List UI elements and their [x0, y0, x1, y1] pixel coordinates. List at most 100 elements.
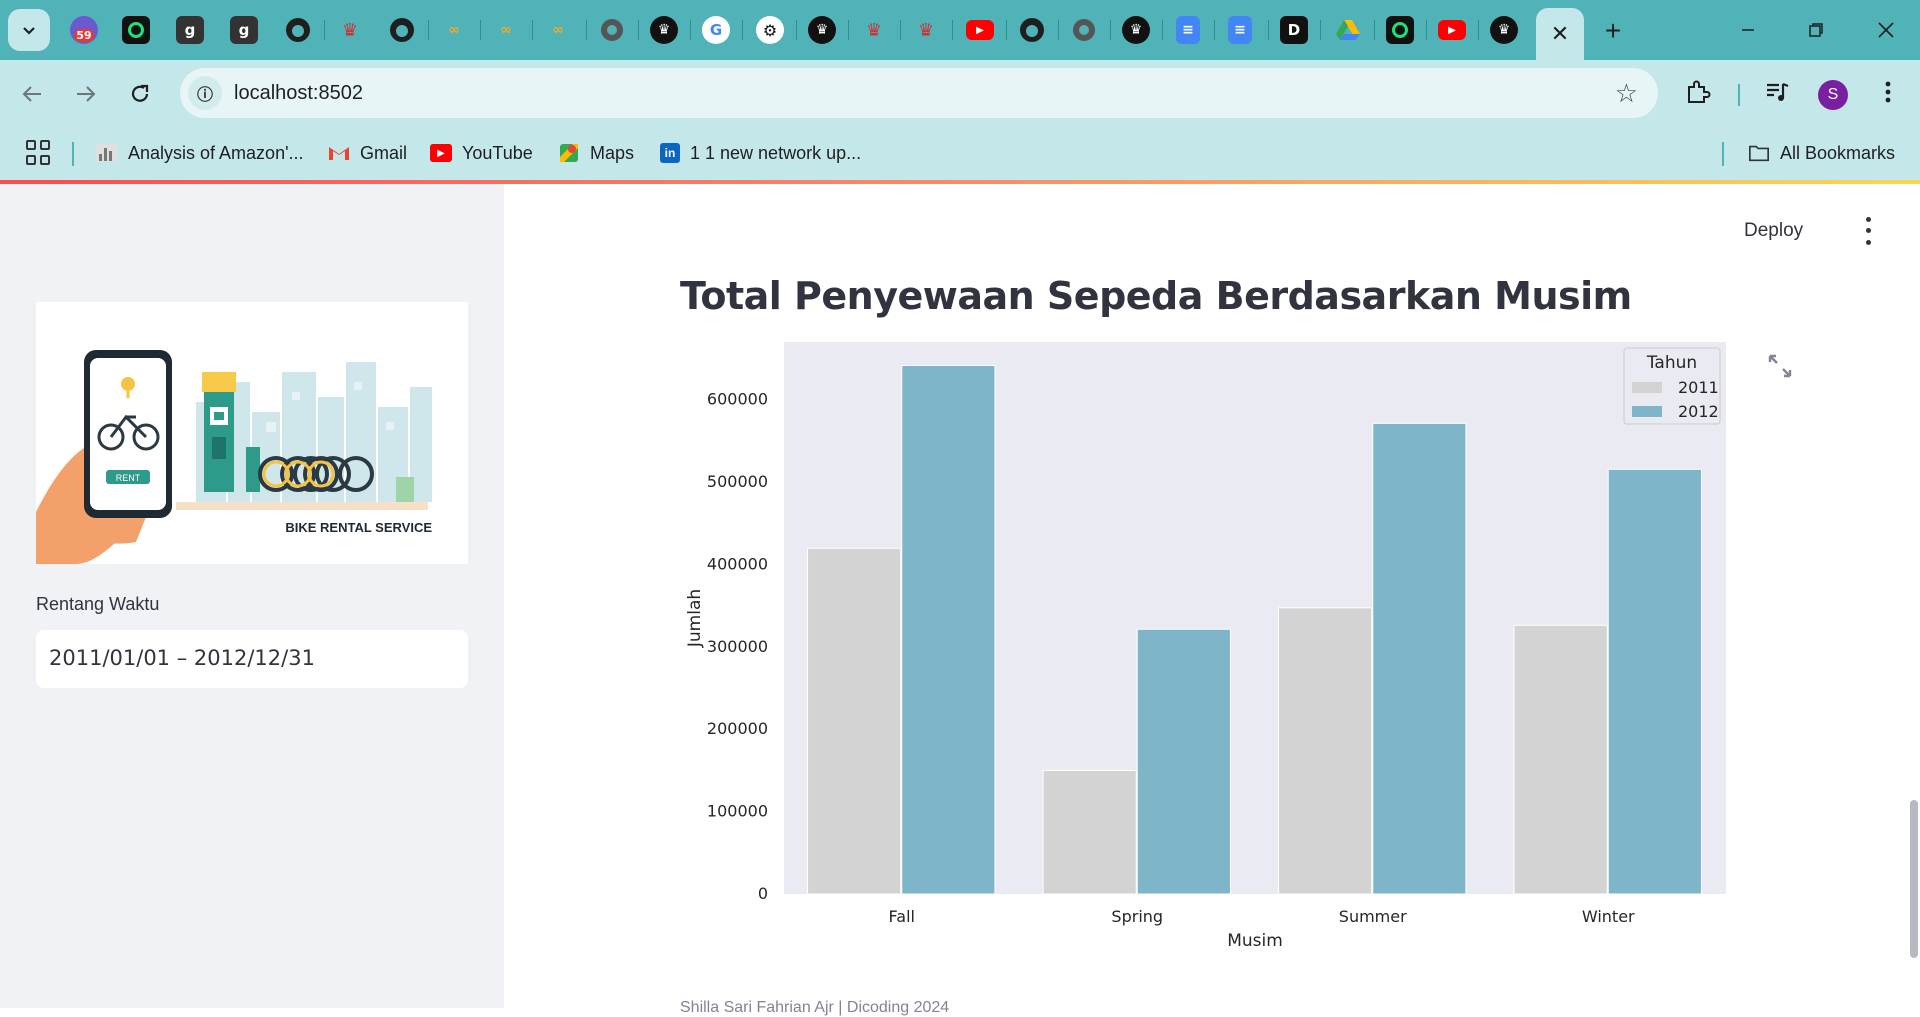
- bookmark-item[interactable]: ▶ YouTube: [430, 138, 533, 168]
- site-info-icon[interactable]: ⓘ: [188, 76, 222, 110]
- hero-rent-label: RENT: [116, 473, 141, 483]
- tab-badge-count: 59: [74, 28, 94, 42]
- tab-favicon-github-icon[interactable]: [1018, 16, 1046, 44]
- tab-favicon-youtube-icon[interactable]: ▶: [1438, 20, 1466, 40]
- tab-separator: [848, 20, 849, 40]
- tab-favicon-drive-icon[interactable]: [1334, 16, 1362, 44]
- x-tick-label: Spring: [1111, 907, 1163, 926]
- tab-separator: [900, 20, 901, 40]
- tab-favicon-infinity-icon[interactable]: ∞: [440, 16, 468, 44]
- restore-button[interactable]: [1796, 12, 1836, 48]
- tab-favicon-g-icon[interactable]: g: [230, 16, 258, 44]
- tab-favicon-docs-icon[interactable]: ≡: [1228, 16, 1252, 44]
- close-window-button[interactable]: [1866, 12, 1906, 48]
- all-bookmarks-button[interactable]: All Bookmarks: [1748, 138, 1895, 168]
- bike-rental-hero-image: RENT BIKE RENTAL SERVICE: [36, 302, 468, 564]
- tab-favicon-youtube-icon[interactable]: ▶: [966, 20, 994, 40]
- tab-separator: [1320, 20, 1321, 40]
- fullscreen-expand-icon[interactable]: [1766, 352, 1794, 380]
- extensions-icon[interactable]: [1680, 74, 1716, 110]
- back-button[interactable]: [14, 76, 50, 112]
- tab-favicon-crown-icon[interactable]: ♛: [912, 16, 940, 44]
- bookmark-label: Gmail: [360, 142, 408, 163]
- chevron-down-icon: [23, 27, 35, 35]
- bar-winter-2011: [1513, 624, 1608, 895]
- tab-favicon-crown-icon[interactable]: ♛: [860, 16, 888, 44]
- tab-favicon-crown-icon[interactable]: ♛: [336, 16, 364, 44]
- y-tick-label: 600000: [707, 390, 768, 409]
- apps-grid-icon[interactable]: [26, 140, 52, 166]
- tab-favicon-chrome-icon[interactable]: [598, 16, 626, 44]
- active-tab[interactable]: ✕: [1536, 8, 1584, 60]
- deploy-button[interactable]: Deploy: [1744, 220, 1803, 242]
- bookmarks-bar: Analysis of Amazon'... Gmail ▶ YouTube M…: [0, 126, 1920, 180]
- sidebar: RENT BIKE RENTAL SERVICE Rentang Waktu 2…: [0, 184, 504, 1008]
- bar-summer-2012: [1372, 422, 1467, 895]
- x-tick-label: Summer: [1339, 907, 1407, 926]
- tab-favicon-crown-icon[interactable]: ♛: [808, 16, 836, 44]
- arrow-right-icon: [77, 86, 96, 102]
- forward-button[interactable]: [68, 76, 104, 112]
- bookmark-item[interactable]: Maps: [558, 138, 634, 168]
- legend-label-2011: 2011: [1678, 378, 1719, 397]
- x-tick-label: Fall: [889, 907, 915, 926]
- tab-separator: [690, 20, 691, 40]
- tab-separator: [1478, 20, 1479, 40]
- tab-separator: [428, 20, 429, 40]
- y-tick-label: 200000: [707, 719, 768, 738]
- media-control-icon[interactable]: [1760, 74, 1796, 110]
- tab-favicon-google-icon[interactable]: G: [702, 16, 730, 44]
- y-axis-label: Jumlah: [685, 589, 705, 648]
- reload-button[interactable]: [122, 76, 158, 112]
- footer-caption: Shilla Sari Fahrian Ajr | Dicoding 2024: [680, 999, 950, 1016]
- tab-favicon-infinity-icon[interactable]: ∞: [544, 16, 572, 44]
- bookmark-item[interactable]: Gmail: [328, 138, 407, 168]
- new-tab-button[interactable]: +: [1596, 14, 1630, 48]
- date-range-input[interactable]: 2011/01/01 – 2012/12/31: [36, 630, 468, 688]
- main-content: Deploy Total Penyewaan Sepeda Berdasarka…: [504, 184, 1920, 1016]
- youtube-icon: ▶: [430, 144, 452, 162]
- tab-favicon-badge[interactable]: 59: [70, 16, 98, 44]
- tab-favicon-d-icon[interactable]: D: [1280, 16, 1308, 44]
- y-tick-label: 400000: [707, 554, 768, 573]
- bookmark-label: 1 1 new network up...: [690, 142, 862, 163]
- tab-strip: 59 g g ♛ ∞ ∞ ∞ ♛ G ⚙ ♛ ♛ ♛ ▶ ♛ ≡ ≡ D ▶ ♛…: [0, 0, 1920, 60]
- bookmark-label: Maps: [590, 142, 635, 163]
- close-icon: [1878, 22, 1894, 38]
- tab-favicon-chrome-icon[interactable]: [1070, 16, 1098, 44]
- page-scrollbar[interactable]: [1910, 800, 1918, 958]
- tab-separator: [638, 20, 639, 40]
- profile-avatar[interactable]: S: [1818, 80, 1848, 110]
- bookmarks-divider: [1722, 142, 1724, 166]
- restore-icon: [1809, 23, 1823, 37]
- tab-favicon-github-icon[interactable]: [284, 16, 312, 44]
- reload-icon: [131, 84, 149, 102]
- browser-menu-icon[interactable]: [1870, 74, 1906, 110]
- tab-search-button[interactable]: [8, 9, 50, 51]
- app-menu-icon[interactable]: [1858, 214, 1878, 248]
- tab-favicon-crown-icon[interactable]: ♛: [1122, 16, 1150, 44]
- y-tick-label: 0: [758, 884, 768, 903]
- tab-favicon-g-icon[interactable]: g: [176, 16, 204, 44]
- tab-favicon-grid-icon[interactable]: [122, 16, 150, 44]
- close-tab-icon[interactable]: ✕: [1551, 21, 1569, 47]
- tab-favicon-grid-icon[interactable]: [1386, 16, 1414, 44]
- maps-icon: [558, 144, 580, 162]
- url-text[interactable]: localhost:8502: [234, 82, 363, 105]
- tab-favicon-github-icon[interactable]: [388, 16, 416, 44]
- bookmark-item[interactable]: in 1 1 new network up...: [660, 138, 861, 168]
- tab-separator: [1374, 20, 1375, 40]
- tab-separator: [1058, 20, 1059, 40]
- bookmark-star-icon[interactable]: ☆: [1615, 78, 1638, 109]
- minimize-icon: [1742, 29, 1754, 31]
- address-bar[interactable]: ⓘ localhost:8502 ☆: [180, 68, 1658, 118]
- minimize-button[interactable]: [1728, 12, 1768, 48]
- tab-favicon-openai-icon[interactable]: ⚙: [756, 16, 784, 44]
- bookmark-item[interactable]: Analysis of Amazon'...: [96, 138, 304, 168]
- tab-favicon-crown-icon[interactable]: ♛: [1490, 16, 1518, 44]
- plus-icon: +: [1604, 15, 1622, 46]
- tab-favicon-docs-icon[interactable]: ≡: [1176, 16, 1200, 44]
- tab-separator: [1162, 20, 1163, 40]
- tab-favicon-crown-icon[interactable]: ♛: [650, 16, 678, 44]
- tab-favicon-infinity-icon[interactable]: ∞: [492, 16, 520, 44]
